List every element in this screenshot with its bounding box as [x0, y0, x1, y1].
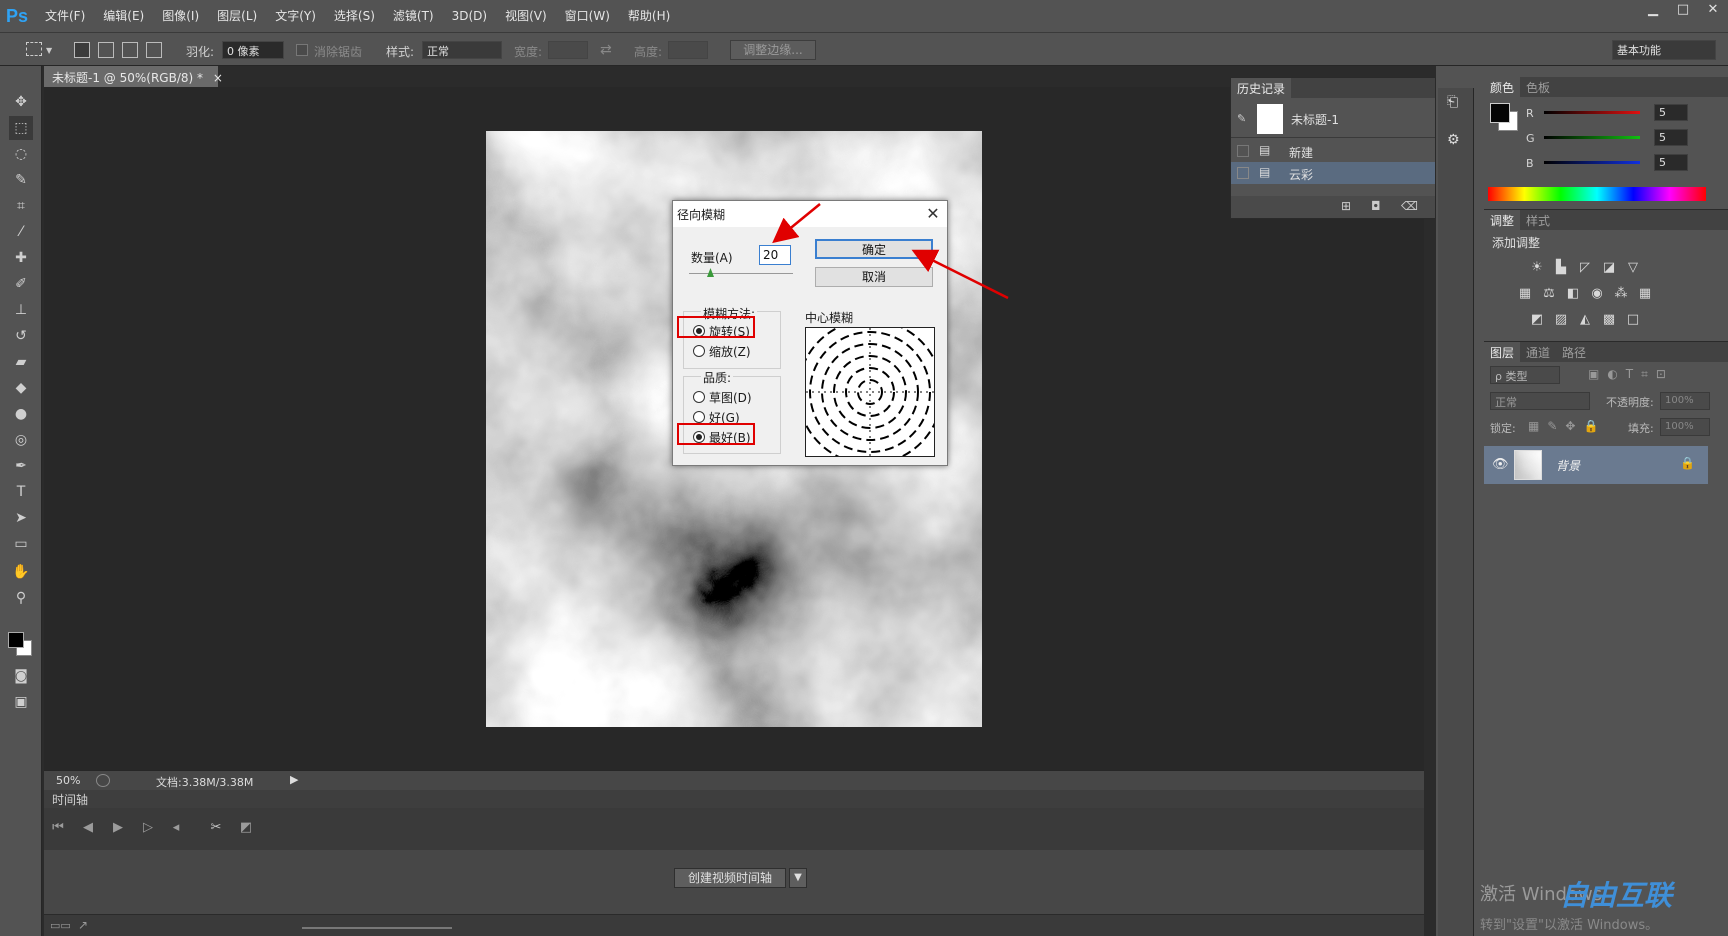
annotation-arrows [772, 203, 1009, 300]
arrow-to-amount [772, 203, 821, 244]
site-brand-watermark: 自由互联 [1560, 880, 1673, 911]
arrow-to-ok [911, 249, 1009, 300]
windows-activation-hint: 转到"设置"以激活 Windows。 [1480, 918, 1659, 933]
